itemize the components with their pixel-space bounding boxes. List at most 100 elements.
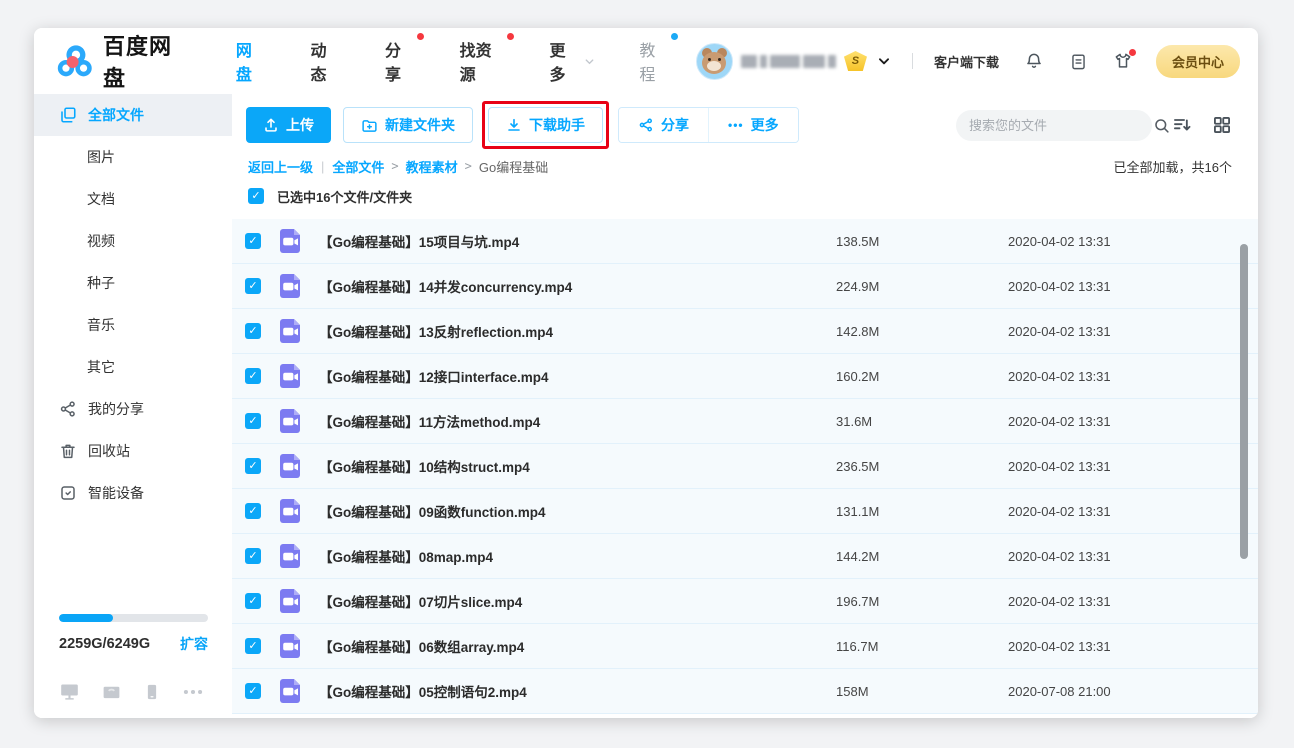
avatar-art (718, 58, 721, 61)
row-checkbox[interactable]: ✓ (245, 683, 261, 699)
back-up-level-link[interactable]: 返回上一级 (248, 157, 313, 176)
sort-order-icon[interactable] (1171, 115, 1193, 135)
client-download-link[interactable]: 客户端下载 (934, 52, 999, 71)
top-header: 百度网盘 网盘 动态 分享 找资源 更多 (34, 28, 1258, 94)
more-devices-icon[interactable] (182, 687, 204, 697)
file-row[interactable]: ✓ 【Go编程基础】10结构struct.mp4 236.5M 2020-04-… (232, 444, 1258, 489)
tab-share[interactable]: 分享 (385, 37, 416, 85)
sidebar-item-label: 视频 (87, 231, 115, 251)
tab-label: 更多 (550, 37, 580, 85)
username-redacted (741, 55, 836, 68)
sidebar-item-all-files[interactable]: 全部文件 (34, 94, 232, 136)
sidebar-item-my-shares[interactable]: 我的分享 (34, 388, 232, 430)
sidebar-item-smart-devices[interactable]: 智能设备 (34, 472, 232, 514)
breadcrumb-all-files[interactable]: 全部文件 (332, 157, 384, 176)
sidebar-item-label: 音乐 (87, 315, 115, 335)
skin-tshirt-icon[interactable] (1113, 51, 1133, 71)
file-row[interactable]: ✓ 【Go编程基础】08map.mp4 144.2M 2020-04-02 13… (232, 534, 1258, 579)
file-row[interactable]: ✓ 【Go编程基础】12接口interface.mp4 160.2M 2020-… (232, 354, 1258, 399)
sidebar-item-music[interactable]: 音乐 (34, 304, 232, 346)
sidebar-item-others[interactable]: 其它 (34, 346, 232, 388)
tab-netdisk[interactable]: 网盘 (236, 37, 267, 85)
sidebar-item-documents[interactable]: 文档 (34, 178, 232, 220)
video-file-icon (275, 496, 305, 526)
member-center-button[interactable]: 会员中心 (1156, 45, 1240, 78)
row-checkbox[interactable]: ✓ (245, 503, 261, 519)
video-file-icon (275, 226, 305, 256)
search-icon[interactable] (1153, 117, 1170, 134)
tab-label: 分享 (385, 37, 416, 85)
download-icon (506, 117, 522, 133)
file-name[interactable]: 【Go编程基础】15项目与坑.mp4 (319, 231, 836, 251)
download-helper-button[interactable]: 下载助手 (488, 107, 603, 143)
share-button[interactable]: 分享 (619, 108, 708, 142)
video-file-icon (275, 316, 305, 346)
row-checkbox[interactable]: ✓ (245, 593, 261, 609)
file-name[interactable]: 【Go编程基础】06数组array.mp4 (319, 636, 836, 656)
file-toolbar: 上传 新建文件夹 下载助手 (232, 94, 1258, 143)
search-input[interactable] (969, 118, 1145, 133)
share-more-group: 分享 ••• 更多 (618, 107, 799, 143)
file-row[interactable]: ✓ 【Go编程基础】15项目与坑.mp4 138.5M 2020-04-02 1… (232, 219, 1258, 264)
new-folder-button[interactable]: 新建文件夹 (343, 107, 473, 143)
tab-find-resources[interactable]: 找资源 (460, 37, 506, 85)
file-name[interactable]: 【Go编程基础】05控制语句2.mp4 (319, 681, 836, 701)
file-name[interactable]: 【Go编程基础】12接口interface.mp4 (319, 366, 836, 386)
more-button[interactable]: ••• 更多 (708, 108, 798, 142)
file-name[interactable]: 【Go编程基础】09函数function.mp4 (319, 501, 836, 521)
desktop-device-icon[interactable] (59, 681, 80, 702)
row-checkbox[interactable]: ✓ (245, 638, 261, 654)
grid-view-icon[interactable] (1212, 115, 1232, 135)
load-status-text: 已全部加载，共16个 (1114, 157, 1232, 176)
row-checkbox[interactable]: ✓ (245, 413, 261, 429)
breadcrumb-course-folder[interactable]: 教程素材 (406, 157, 458, 176)
file-row[interactable]: ✓ 【Go编程基础】14并发concurrency.mp4 224.9M 202… (232, 264, 1258, 309)
breadcrumb-pipe: | (321, 159, 324, 174)
avatar[interactable] (696, 43, 733, 80)
tab-more[interactable]: 更多 (550, 37, 596, 85)
sidebar-item-recycle-bin[interactable]: 回收站 (34, 430, 232, 472)
sidebar-item-pictures[interactable]: 图片 (34, 136, 232, 178)
phone-device-icon[interactable] (143, 682, 161, 702)
file-name[interactable]: 【Go编程基础】11方法method.mp4 (319, 411, 836, 431)
row-checkbox[interactable]: ✓ (245, 233, 261, 249)
file-row[interactable]: ✓ 【Go编程基础】11方法method.mp4 31.6M 2020-04-0… (232, 399, 1258, 444)
account-chevron-down-icon[interactable] (877, 54, 891, 68)
baidu-netdisk-logo[interactable]: 百度网盘 (56, 29, 192, 93)
sidebar-item-torrents[interactable]: 种子 (34, 262, 232, 304)
row-checkbox[interactable]: ✓ (245, 278, 261, 294)
sidebar-item-videos[interactable]: 视频 (34, 220, 232, 262)
divider (912, 53, 913, 69)
select-all-checkbox[interactable]: ✓ (248, 188, 264, 204)
row-checkbox[interactable]: ✓ (245, 548, 261, 564)
file-row[interactable]: ✓ 【Go编程基础】05控制语句2.mp4 158M 2020-07-08 21… (232, 669, 1258, 714)
upload-button[interactable]: 上传 (246, 107, 331, 143)
file-row[interactable]: ✓ 【Go编程基础】13反射reflection.mp4 142.8M 2020… (232, 309, 1258, 354)
row-checkbox[interactable]: ✓ (245, 323, 261, 339)
tv-device-icon[interactable] (101, 681, 122, 702)
file-row[interactable]: ✓ 【Go编程基础】07切片slice.mp4 196.7M 2020-04-0… (232, 579, 1258, 624)
file-size: 158M (836, 684, 1008, 699)
file-size: 131.1M (836, 504, 1008, 519)
svip-badge-icon[interactable]: S (844, 51, 867, 71)
file-row[interactable]: ✓ 【Go编程基础】06数组array.mp4 116.7M 2020-04-0… (232, 624, 1258, 669)
file-row[interactable]: ✓ 【Go编程基础】09函数function.mp4 131.1M 2020-0… (232, 489, 1258, 534)
expand-storage-link[interactable]: 扩容 (180, 634, 208, 654)
tab-feed[interactable]: 动态 (310, 37, 341, 85)
file-name[interactable]: 【Go编程基础】13反射reflection.mp4 (319, 321, 836, 341)
logo-text: 百度网盘 (103, 29, 192, 93)
row-checkbox[interactable]: ✓ (245, 458, 261, 474)
tab-tutorial[interactable]: 教程 (639, 37, 670, 85)
file-list: ✓ 【Go编程基础】15项目与坑.mp4 138.5M 2020-04-02 1… (232, 219, 1258, 714)
file-name[interactable]: 【Go编程基础】07切片slice.mp4 (319, 591, 836, 611)
file-name[interactable]: 【Go编程基础】08map.mp4 (319, 546, 836, 566)
task-list-icon[interactable] (1069, 52, 1088, 71)
file-name[interactable]: 【Go编程基础】14并发concurrency.mp4 (319, 276, 836, 296)
file-name[interactable]: 【Go编程基础】10结构struct.mp4 (319, 456, 836, 476)
vertical-scrollbar[interactable] (1240, 244, 1248, 559)
file-size: 224.9M (836, 279, 1008, 294)
row-checkbox[interactable]: ✓ (245, 368, 261, 384)
breadcrumb-current-folder: Go编程基础 (479, 157, 548, 176)
annotation-highlight-box: 下载助手 (482, 101, 609, 149)
bell-icon[interactable] (1024, 51, 1044, 71)
